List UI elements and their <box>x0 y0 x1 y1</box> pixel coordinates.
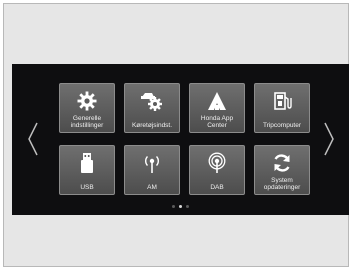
tile-vehicle-settings[interactable]: Køretøjsindst. <box>124 83 180 133</box>
tile-dab[interactable]: DAB <box>189 145 245 195</box>
tile-label: Honda App Center <box>200 115 234 129</box>
home-screen: Generelle indstillinger Køretøjsindst. H… <box>12 64 349 215</box>
tile-system-updates[interactable]: System opdateringer <box>254 145 310 195</box>
chevron-left-icon <box>28 122 38 156</box>
tile-label: Tripcomputer <box>262 122 302 129</box>
page-dot[interactable] <box>186 205 189 208</box>
tile-usb[interactable]: USB <box>59 145 115 195</box>
tile-general-settings[interactable]: Generelle indstillinger <box>59 83 115 133</box>
next-page-arrow[interactable] <box>322 120 336 158</box>
tile-honda-app-center[interactable]: Honda App Center <box>189 83 245 133</box>
tile-tripcomputer[interactable]: Tripcomputer <box>254 83 310 133</box>
tile-label: DAB <box>210 184 224 191</box>
usb-icon <box>60 152 114 174</box>
dab-radio-icon <box>190 152 244 174</box>
gear-icon <box>60 90 114 112</box>
page-dot[interactable] <box>172 205 175 208</box>
refresh-icon <box>255 152 309 174</box>
car-gear-icon <box>125 90 179 112</box>
tile-label: USB <box>80 184 94 191</box>
tile-label: Generelle indstillinger <box>70 115 104 129</box>
manual-figure-frame: Generelle indstillinger Køretøjsindst. H… <box>3 3 349 267</box>
chevron-right-icon <box>324 122 334 156</box>
tile-label: AM <box>147 184 157 191</box>
fuel-pump-icon <box>255 90 309 112</box>
am-radio-icon <box>125 152 179 174</box>
tile-label: Køretøjsindst. <box>131 122 173 129</box>
page-dot-active[interactable] <box>179 205 182 208</box>
tile-label: System opdateringer <box>263 177 301 191</box>
tile-am[interactable]: AM <box>124 145 180 195</box>
page-indicator <box>12 205 349 208</box>
previous-page-arrow[interactable] <box>26 120 40 158</box>
app-center-icon <box>190 90 244 112</box>
